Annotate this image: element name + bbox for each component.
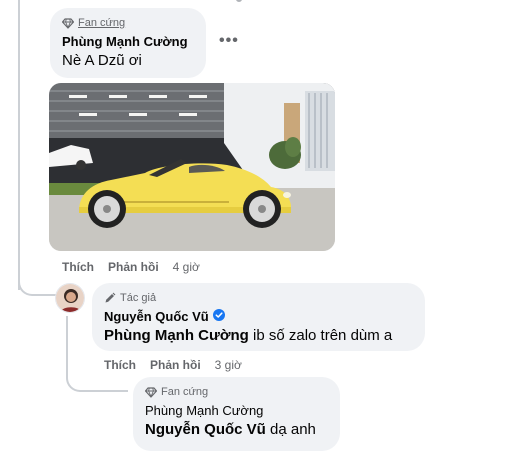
thread-connector [18, 266, 58, 296]
author-name-text[interactable]: Phùng Mạnh Cường [145, 403, 263, 418]
more-options-button[interactable]: ••• [219, 33, 239, 49]
author-name-text[interactable]: Nguyễn Quốc Vũ [104, 309, 209, 324]
comment-timestamp[interactable]: 4 giờ [173, 260, 200, 274]
comment-text-body: ib số zalo trên dùm a [248, 327, 393, 344]
author-name[interactable]: Nguyễn Quốc Vũ [104, 309, 413, 324]
reply-actions: Thích Phản hồi 3 giờ [104, 358, 242, 372]
thread-dot [236, 0, 242, 2]
thread-line [18, 0, 20, 290]
diamond-icon [62, 17, 74, 29]
mention-link[interactable]: Nguyễn Quốc Vũ [145, 421, 266, 438]
mention-link[interactable]: Phùng Mạnh Cường [104, 327, 249, 344]
badge-label: Tác giả [120, 292, 157, 304]
badge-label[interactable]: Fan cứng [78, 17, 125, 29]
diamond-icon [145, 386, 157, 398]
reply-button[interactable]: Phản hồi [150, 358, 201, 372]
like-button[interactable]: Thích [62, 260, 94, 274]
car-photo-image [49, 83, 335, 251]
reply-bubble: Fan cứng Phùng Mạnh Cường Nguyễn Quốc Vũ… [133, 377, 340, 451]
avatar-image [56, 284, 84, 312]
fan-badge[interactable]: Fan cứng [62, 16, 194, 30]
like-button[interactable]: Thích [104, 358, 136, 372]
reply-button[interactable]: Phản hồi [108, 260, 159, 274]
badge-label[interactable]: Fan cứng [161, 386, 208, 398]
pencil-icon [104, 292, 116, 304]
reply-bubble: Tác giả Nguyễn Quốc Vũ Phùng Mạnh Cường … [92, 283, 425, 351]
comment-text: Nguyễn Quốc Vũ dạ anh [145, 421, 328, 438]
author-badge: Tác giả [104, 291, 413, 305]
fan-badge[interactable]: Fan cứng [145, 385, 328, 399]
verified-icon [212, 309, 225, 324]
comment-bubble: Fan cứng Phùng Mạnh Cường Nè A Dzũ ơi [50, 8, 206, 78]
comment-timestamp[interactable]: 3 giờ [215, 358, 242, 372]
avatar[interactable] [55, 283, 85, 313]
comment-actions: Thích Phản hồi 4 giờ [62, 260, 200, 274]
comment-photo[interactable] [49, 83, 335, 251]
comment-text: Nè A Dzũ ơi [62, 52, 142, 69]
author-name-text[interactable]: Phùng Mạnh Cường [62, 34, 188, 49]
author-name[interactable]: Phùng Mạnh Cường [145, 403, 328, 418]
comment-text: Phùng Mạnh Cường ib số zalo trên dùm a [104, 327, 413, 344]
comment-text-body: dạ anh [265, 421, 316, 438]
author-name[interactable]: Phùng Mạnh Cường [62, 34, 194, 49]
